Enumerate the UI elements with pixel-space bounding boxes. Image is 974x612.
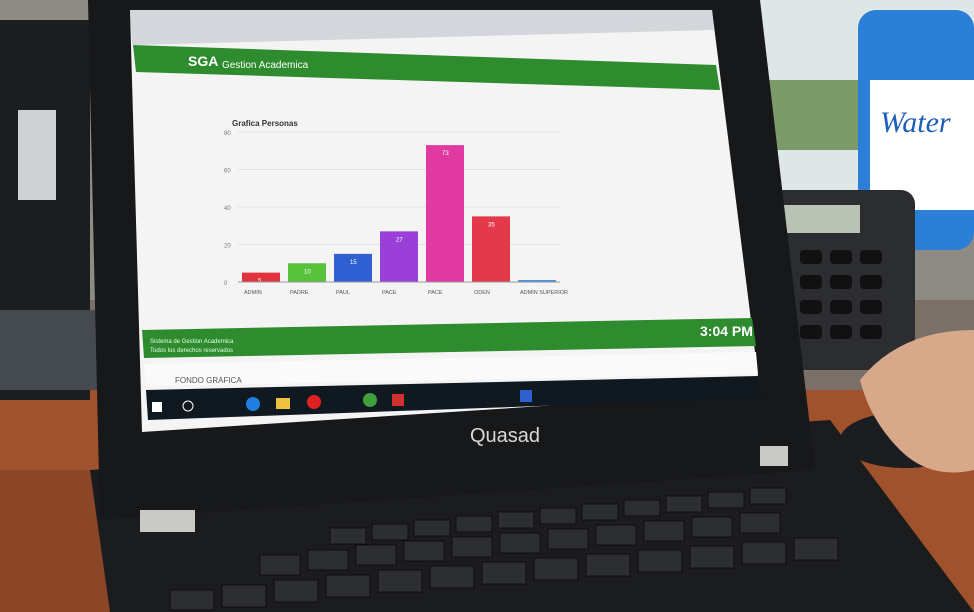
laptop-brand: Quasad bbox=[470, 425, 540, 447]
category-label: PACE bbox=[428, 290, 443, 296]
y-tick-label: 80 bbox=[224, 131, 231, 137]
y-tick-label: 60 bbox=[224, 169, 231, 175]
chart-bar bbox=[334, 253, 372, 282]
category-label: PAUL bbox=[336, 290, 350, 296]
start-icon bbox=[152, 402, 162, 412]
chart-title: Grafica Personas bbox=[232, 119, 298, 128]
category-label: PADRE bbox=[290, 290, 309, 296]
water-bottle-text: Water bbox=[880, 106, 951, 139]
opera-icon bbox=[307, 395, 321, 409]
category-label: ADMIN SUPERIOR bbox=[520, 290, 568, 296]
shelf-left bbox=[0, 310, 100, 390]
hinge-right bbox=[760, 446, 788, 466]
folder-icon bbox=[276, 398, 290, 409]
y-tick-label: 40 bbox=[224, 206, 231, 212]
download-tab: FONDO GRAFICA bbox=[175, 376, 242, 385]
bar-value-label: 15 bbox=[350, 260, 357, 266]
bar-value-label: 35 bbox=[488, 222, 495, 228]
hinge-left bbox=[140, 510, 195, 532]
edge-icon bbox=[246, 397, 260, 411]
screen: SGA Gestion Academica Sistema de Gestion… bbox=[130, 10, 762, 432]
app-title: Gestion Academica bbox=[222, 60, 309, 71]
app-logo: SGA bbox=[188, 53, 218, 69]
photo-svg: Water Quasad SGA Gestion Academica Siste… bbox=[0, 0, 974, 612]
phone-display bbox=[775, 205, 860, 233]
category-label: ADMIN bbox=[244, 290, 262, 296]
category-label: ODEN bbox=[474, 290, 490, 296]
photo-scene: Water Quasad SGA Gestion Academica Siste… bbox=[0, 0, 974, 612]
binder-label bbox=[18, 110, 56, 200]
app-icon-blue bbox=[520, 390, 532, 402]
category-label: PACE bbox=[382, 290, 397, 296]
bar-value-label: 73 bbox=[442, 151, 449, 157]
bar-value-label: 10 bbox=[304, 269, 311, 275]
footer-clock: 3:04 PM bbox=[700, 323, 753, 339]
app-icon-red bbox=[392, 394, 404, 406]
footer-line2: Todos los derechos reservados bbox=[150, 348, 233, 354]
chart-bar bbox=[426, 145, 464, 282]
footer-line1: Sistema de Gestion Academica bbox=[150, 339, 234, 345]
bar-value-label: 27 bbox=[396, 237, 403, 243]
y-tick-label: 20 bbox=[224, 244, 231, 250]
chrome-icon bbox=[363, 393, 377, 407]
